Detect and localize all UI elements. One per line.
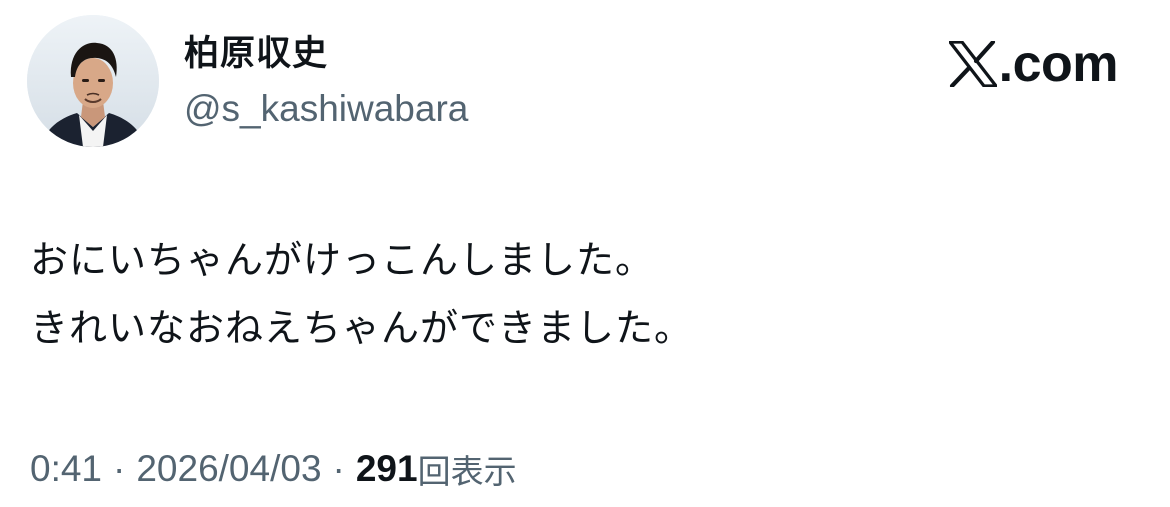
tweet-line: おにいちゃんがけっこんしました。: [30, 238, 655, 282]
tweet-meta: 0:41 · 2026/04/03 · 291 回表示: [30, 444, 517, 494]
tweet-card: 柏原収史 @s_kashiwabara .com おにいちゃんがけっこんしました…: [0, 0, 1170, 507]
x-com-watermark: .com: [948, 35, 1119, 93]
views-count[interactable]: 291: [356, 448, 418, 490]
author-handle[interactable]: @s_kashiwabara: [184, 86, 468, 132]
tweet-text: おにいちゃんがけっこんしました。 きれいなおねえちゃんができました。: [30, 226, 693, 362]
author-display-name[interactable]: 柏原収史: [184, 32, 328, 76]
brand-label: .com: [998, 35, 1119, 93]
tweet-time[interactable]: 0:41: [30, 448, 102, 490]
author-avatar[interactable]: [27, 15, 159, 147]
meta-separator: ·: [332, 448, 345, 489]
views-label[interactable]: 回表示: [418, 445, 517, 493]
tweet-date[interactable]: 2026/04/03: [136, 448, 321, 490]
profile-photo-icon: [27, 15, 159, 147]
x-logo-icon: [948, 41, 997, 87]
meta-separator: ·: [113, 448, 126, 489]
tweet-line: きれいなおねえちゃんができました。: [30, 306, 694, 350]
